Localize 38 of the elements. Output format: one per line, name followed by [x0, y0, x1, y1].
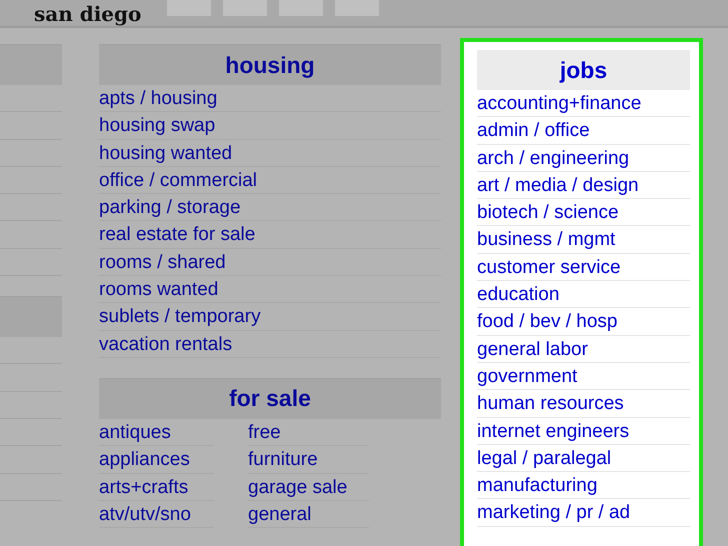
category-link[interactable]: human resources — [477, 390, 690, 418]
category-link[interactable]: food / bev / hosp — [477, 308, 690, 336]
category-link[interactable]: general — [248, 500, 369, 528]
section-header: housing — [99, 44, 441, 85]
section-header: jobs — [477, 50, 690, 90]
category-link[interactable]: government — [477, 362, 690, 390]
category-link[interactable]: admin / office — [477, 117, 690, 145]
category-link[interactable]: arts+crafts — [99, 474, 214, 501]
category-link[interactable]: sublets / temporary — [99, 303, 441, 331]
category-link[interactable]: biotech / science — [477, 199, 690, 226]
category-link[interactable]: office / commercial — [99, 166, 441, 194]
category-link[interactable]: marketing / pr / ad — [477, 499, 690, 527]
category-link[interactable]: business / mgmt — [477, 226, 690, 254]
category-link[interactable]: vacation rentals — [99, 330, 441, 358]
category-link[interactable]: garage sale — [248, 474, 369, 501]
category-link[interactable]: housing swap — [99, 112, 441, 140]
category-link[interactable]: real estate for sale — [99, 221, 441, 249]
category-link[interactable]: accounting+finance — [477, 90, 690, 118]
site-title: san diego — [34, 2, 142, 26]
category-link[interactable]: general labor — [477, 336, 690, 363]
category-link[interactable]: free — [248, 418, 369, 446]
category-link[interactable]: education — [477, 281, 690, 308]
category-link[interactable]: rooms wanted — [99, 276, 441, 304]
category-link[interactable]: legal / paralegal — [477, 444, 690, 472]
category-link[interactable]: customer service — [477, 254, 690, 282]
category-link[interactable]: antiques — [99, 418, 214, 446]
category-link[interactable]: appliances — [99, 446, 214, 474]
category-link[interactable]: atv/utv/sno — [99, 500, 214, 528]
category-link[interactable]: internet engineers — [477, 418, 690, 445]
category-link[interactable]: art / media / design — [477, 172, 690, 200]
section-header: for sale — [99, 378, 441, 419]
category-link[interactable]: rooms / shared — [99, 248, 441, 276]
category-link[interactable]: arch / engineering — [477, 144, 690, 172]
category-link[interactable]: furniture — [248, 446, 369, 474]
category-link[interactable]: parking / storage — [99, 194, 441, 222]
category-link[interactable]: apts / housing — [99, 85, 441, 112]
category-link[interactable]: housing wanted — [99, 140, 441, 167]
category-link[interactable]: manufacturing — [477, 472, 690, 500]
